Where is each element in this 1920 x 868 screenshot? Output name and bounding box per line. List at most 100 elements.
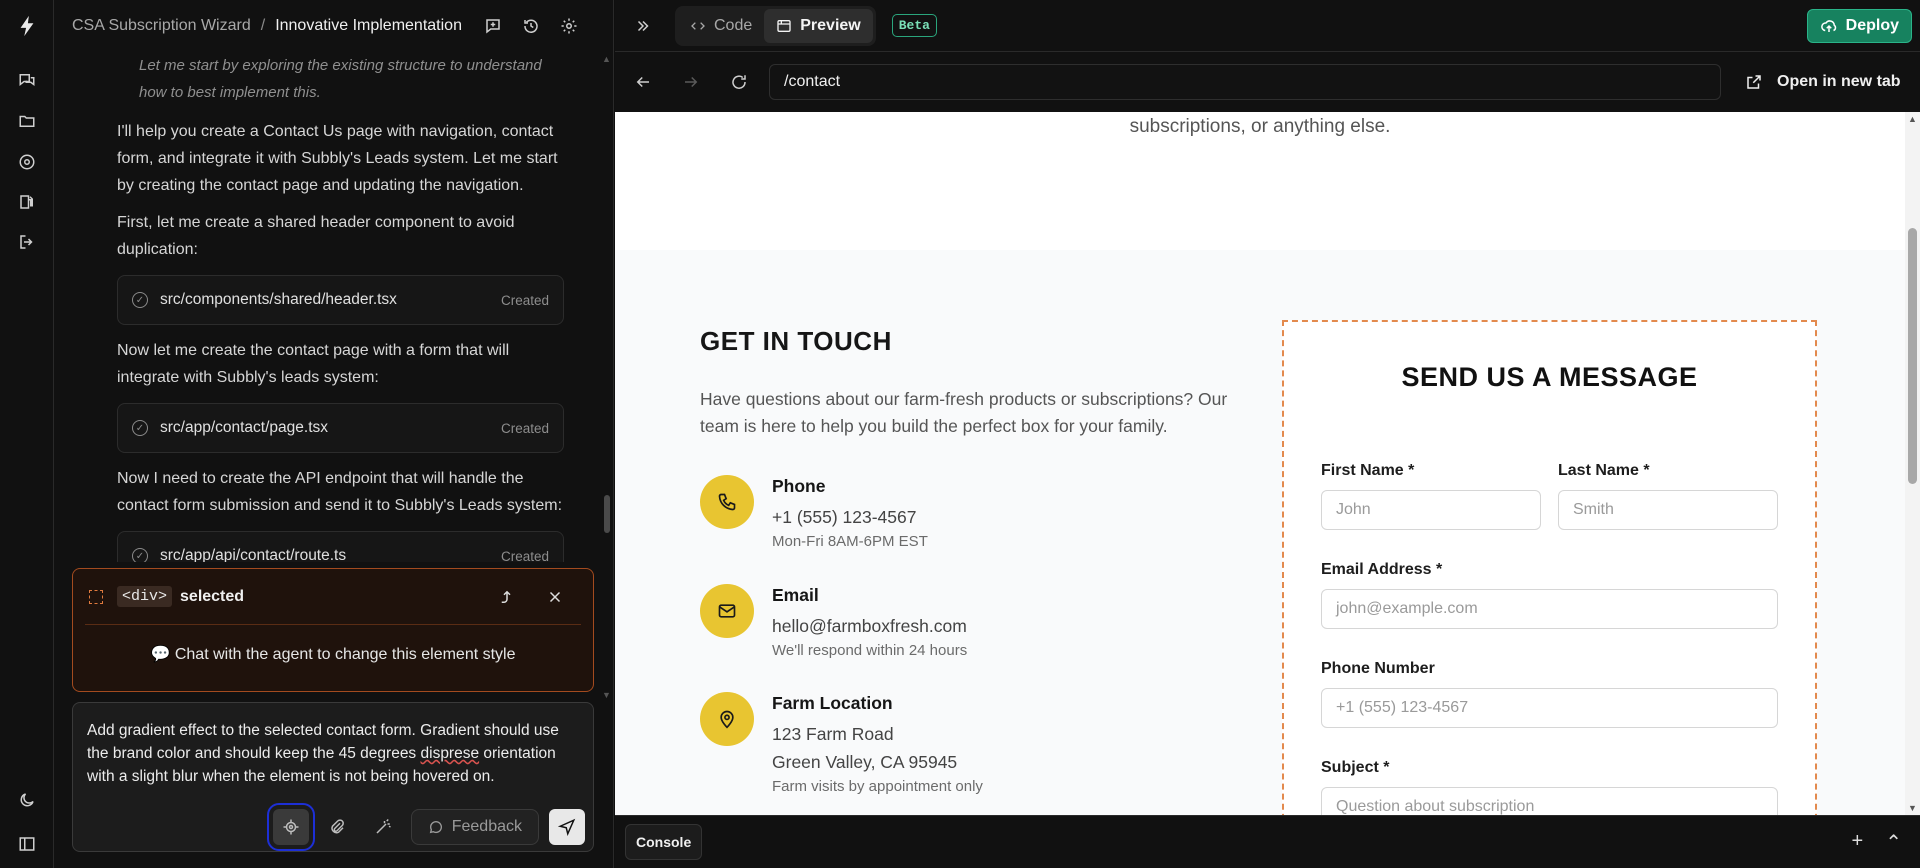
contact-form[interactable]: SEND US A MESSAGE First Name * John Last…	[1282, 320, 1817, 815]
left-rail	[0, 0, 54, 868]
forward-arrow-icon[interactable]	[667, 73, 715, 91]
location-line1: 123 Farm Road	[772, 724, 894, 744]
history-icon[interactable]	[522, 17, 540, 35]
back-arrow-icon[interactable]	[619, 73, 667, 91]
chevron-up-icon[interactable]: ⌃	[1885, 830, 1902, 855]
sidebar-toggle-icon[interactable]	[0, 830, 54, 858]
file-card[interactable]: ✓ src/components/shared/header.tsx Creat…	[117, 275, 564, 325]
theme-moon-icon[interactable]	[0, 786, 54, 814]
phone-number-label: Phone Number	[1321, 660, 1435, 677]
breadcrumb-separator: /	[260, 17, 266, 34]
scroll-up-icon[interactable]: ▲	[1908, 114, 1917, 124]
email-note: We'll respond within 24 hours	[772, 642, 968, 659]
phone-hours: Mon-Fri 8AM-6PM EST	[772, 533, 928, 550]
subject-input[interactable]: Question about subscription	[1321, 787, 1778, 815]
console-button[interactable]: Console	[625, 824, 703, 860]
folder-icon[interactable]	[0, 107, 54, 135]
last-name-label: Last Name *	[1558, 462, 1650, 479]
email-title: Email	[772, 585, 819, 605]
phone-number-input[interactable]: +1 (555) 123-4567	[1321, 688, 1778, 728]
file-status: Created	[500, 548, 549, 563]
settings-gear-icon[interactable]	[560, 17, 578, 35]
preview-scrollbar[interactable]: ▲ ▼	[1905, 112, 1920, 815]
contact-location: Farm Location 123 Farm Road Green Valley…	[700, 692, 983, 798]
assistant-message: Now I need to create the API endpoint th…	[117, 470, 563, 514]
preview-topbar: Code Preview Beta Deploy	[615, 0, 1920, 52]
email-label: Email Address *	[1321, 561, 1443, 578]
expand-chevrons-icon[interactable]	[623, 17, 663, 35]
send-button[interactable]	[549, 809, 585, 845]
browser-icon	[777, 19, 791, 32]
code-icon	[691, 21, 705, 30]
selection-hint: 💬 Chat with the agent to change this ele…	[150, 646, 516, 663]
selected-element-header: <div> selected	[85, 569, 581, 625]
view-toggle: Code Preview	[675, 5, 876, 46]
close-icon[interactable]	[545, 588, 565, 606]
file-card[interactable]: ✓ src/app/contact/page.tsx Created	[117, 403, 564, 453]
location-note: Farm visits by appointment only	[772, 778, 983, 795]
location-line2: Green Valley, CA 95945	[772, 752, 958, 772]
file-status: Created	[500, 420, 549, 436]
plus-icon[interactable]: +	[1852, 830, 1864, 855]
email-value[interactable]: hello@farmboxfresh.com	[772, 612, 967, 640]
phone-title: Phone	[772, 476, 826, 496]
chat-scroll-down-icon[interactable]: ▼	[602, 690, 611, 700]
open-new-tab-button[interactable]: Open in new tab	[1745, 73, 1901, 91]
chat-title[interactable]: Innovative Implementation	[275, 17, 462, 35]
contact-phone: Phone +1 (555) 123-4567 Mon-Fri 8AM-6PM …	[700, 475, 928, 553]
select-parent-icon[interactable]	[497, 588, 517, 606]
input-toolbar: Feedback	[266, 803, 585, 851]
scroll-thumb[interactable]	[1908, 228, 1917, 484]
logout-icon[interactable]	[0, 228, 54, 256]
last-name-input[interactable]: Smith	[1558, 490, 1778, 530]
file-status: Created	[500, 292, 549, 308]
get-in-touch-heading: GET IN TOUCH	[700, 326, 892, 356]
chat-scroll-up-icon[interactable]: ▲	[602, 54, 611, 64]
beta-badge: Beta	[891, 14, 937, 37]
selected-element-panel: <div> selected 💬 Chat with the agent to …	[72, 568, 594, 692]
assistant-thinking: Let me start by exploring the existing s…	[139, 57, 542, 101]
assistant-message: First, let me create a shared header com…	[117, 214, 515, 258]
file-path: src/app/contact/page.tsx	[160, 419, 329, 436]
email-input[interactable]: john@example.com	[1321, 589, 1778, 629]
chat-scrollbar[interactable]	[604, 495, 610, 533]
send-icon	[558, 818, 576, 836]
form-title: SEND US A MESSAGE	[1401, 362, 1698, 392]
feedback-icon	[429, 821, 442, 834]
tab-code[interactable]: Code	[678, 9, 764, 43]
attach-paperclip-icon[interactable]	[319, 809, 355, 845]
refresh-icon[interactable]	[715, 73, 763, 91]
chat-input-text[interactable]: Add gradient effect to the selected cont…	[73, 703, 593, 804]
url-input[interactable]: /contact	[769, 64, 1721, 100]
file-card[interactable]: ✓ src/app/api/contact/route.ts Created	[117, 531, 564, 562]
external-link-icon	[1747, 75, 1761, 89]
chat-bubble-icon[interactable]	[484, 17, 502, 35]
mail-icon	[700, 584, 754, 638]
scroll-down-icon[interactable]: ▼	[1908, 803, 1917, 813]
logo-icon[interactable]	[0, 12, 54, 40]
tab-preview[interactable]: Preview	[764, 8, 873, 43]
site-preview: subscriptions, or anything else. GET IN …	[615, 112, 1905, 815]
chats-icon[interactable]	[0, 66, 54, 94]
fuel-icon[interactable]	[0, 188, 54, 216]
message-list: Let me start by exploring the existing s…	[54, 52, 614, 562]
map-pin-icon	[700, 692, 754, 746]
file-path: src/app/api/contact/route.ts	[160, 547, 347, 562]
selection-dashed-icon	[89, 589, 103, 604]
support-icon[interactable]	[0, 148, 54, 176]
feedback-label: Feedback	[451, 818, 522, 835]
console-bar: Console + ⌃	[615, 815, 1920, 868]
magic-wand-icon[interactable]	[365, 809, 401, 845]
deploy-button[interactable]: Deploy	[1806, 8, 1912, 43]
first-name-input[interactable]: John	[1321, 490, 1541, 530]
contact-email: Email hello@farmboxfresh.com We'll respo…	[700, 584, 967, 662]
check-circle-icon: ✓	[132, 420, 148, 436]
project-name[interactable]: CSA Subscription Wizard	[72, 17, 251, 35]
feedback-button[interactable]: Feedback	[410, 809, 539, 845]
phone-value: +1 (555) 123-4567	[772, 507, 917, 527]
check-circle-icon: ✓	[132, 292, 148, 308]
chat-input[interactable]: Add gradient effect to the selected cont…	[72, 702, 594, 852]
selected-label: selected	[180, 587, 245, 605]
assistant-message: Now let me create the contact page with …	[117, 342, 510, 386]
element-picker-icon[interactable]	[266, 803, 315, 851]
